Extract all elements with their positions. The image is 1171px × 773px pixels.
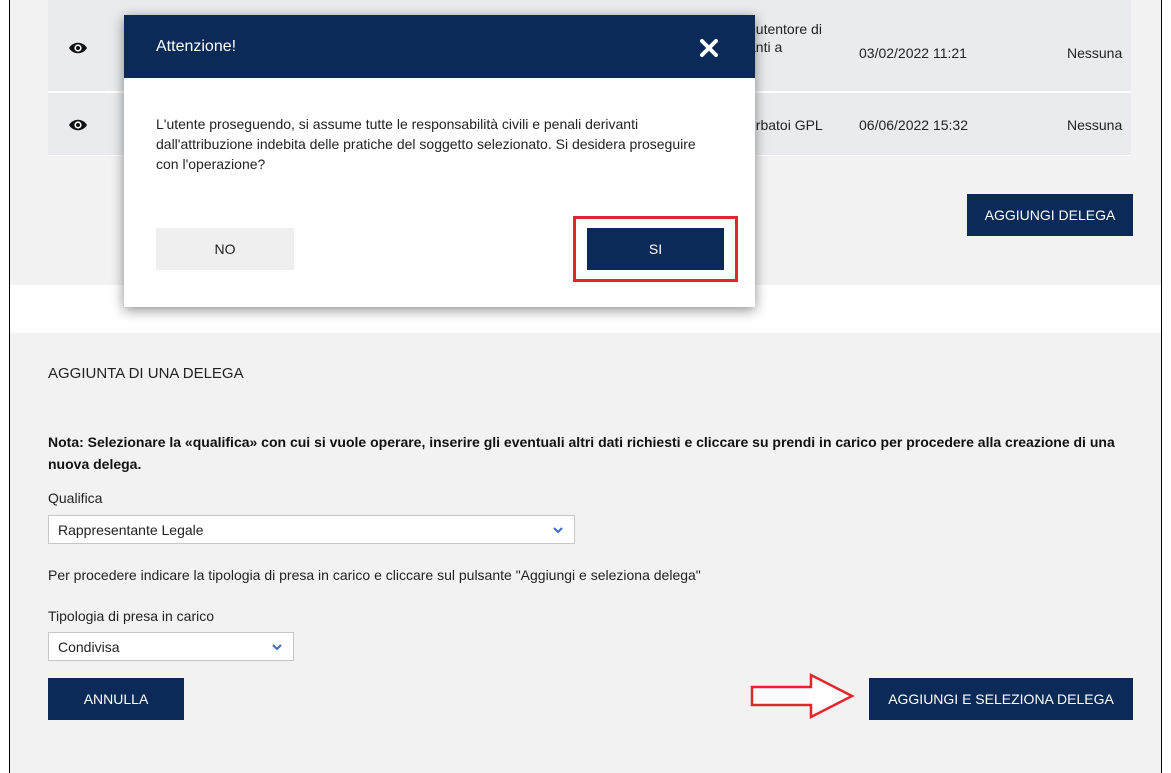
tipologia-select[interactable]: Condivisa (48, 632, 294, 661)
dialog-header: Attenzione! (124, 15, 755, 78)
add-delega-button[interactable]: AGGIUNGI DELEGA (967, 194, 1133, 236)
dialog-title: Attenzione! (156, 38, 237, 55)
add-and-select-delega-button[interactable]: AGGIUNGI E SELEZIONA DELEGA (869, 678, 1133, 720)
arrow-right-icon (750, 672, 855, 720)
yes-button[interactable]: SI (587, 228, 724, 270)
qualifica-select[interactable]: Rappresentante Legale (48, 515, 575, 544)
tipologia-value: Condivisa (58, 639, 120, 655)
cancel-button[interactable]: ANNULLA (48, 678, 184, 720)
dialog-message: L'utente proseguendo, si assume tutte le… (156, 116, 696, 172)
note-text: Nota: Selezionare la «qualifica» con cui… (48, 434, 1115, 472)
no-button[interactable]: NO (156, 228, 294, 270)
chevron-down-icon (553, 527, 563, 534)
description-cell: erbatoi GPL (748, 117, 823, 133)
confirm-dialog: Attenzione! L'utente proseguendo, si ass… (124, 15, 755, 307)
date-cell: 06/06/2022 15:32 (859, 117, 968, 133)
chevron-down-icon (272, 644, 282, 651)
qualifica-label: Qualifica (48, 490, 103, 506)
status-cell: Nessuna (1067, 117, 1123, 133)
instruction-text: Per procedere indicare la tipologia di p… (48, 567, 701, 583)
description-cell: nutentore di anti a (748, 21, 822, 55)
eye-icon[interactable] (68, 38, 88, 58)
tipologia-label: Tipologia di presa in carico (48, 608, 215, 624)
date-cell: 03/02/2022 11:21 (859, 45, 967, 61)
qualifica-value: Rappresentante Legale (58, 522, 204, 538)
status-cell: Nessuna (1067, 45, 1123, 61)
eye-icon[interactable] (68, 115, 88, 135)
close-icon[interactable] (700, 39, 718, 57)
section-title: AGGIUNTA DI UNA DELEGA (48, 365, 244, 382)
